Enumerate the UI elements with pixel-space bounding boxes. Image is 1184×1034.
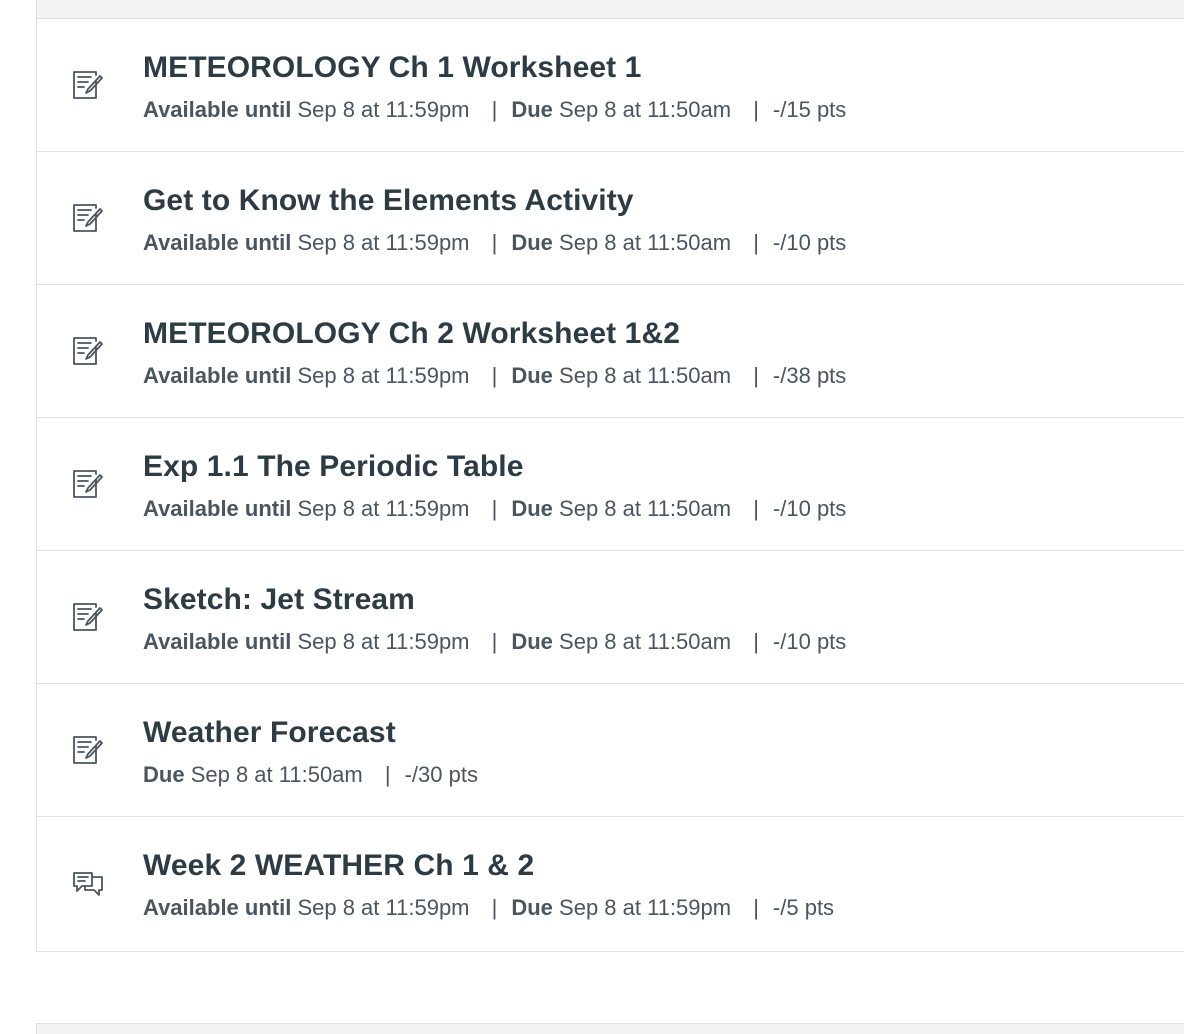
available-date: Sep 8 at 11:59pm <box>297 97 470 122</box>
separator: | <box>491 895 498 920</box>
item-meta: Available until Sep 8 at 11:59pm | Due Se… <box>143 97 846 123</box>
item-title-link[interactable]: Sketch: Jet Stream <box>143 583 415 617</box>
assignment-icon <box>71 599 105 633</box>
available-date: Sep 8 at 11:59pm <box>297 496 470 521</box>
points: -/10 pts <box>772 496 847 521</box>
item-title-link[interactable]: Week 2 WEATHER Ch 1 & 2 <box>143 849 534 883</box>
due-date: Sep 8 at 11:50am <box>559 629 732 654</box>
separator: | <box>491 496 498 521</box>
due-date: Sep 8 at 11:50am <box>190 762 363 787</box>
item-meta: Available until Sep 8 at 11:59pm | Due Se… <box>143 230 846 256</box>
points: -/10 pts <box>772 230 847 255</box>
list-item[interactable]: Week 2 WEATHER Ch 1 & 2 Available until … <box>37 817 1184 951</box>
discussion-icon <box>71 865 105 899</box>
list-item[interactable]: Exp 1.1 The Periodic Table Available unt… <box>37 418 1184 551</box>
assignment-icon <box>71 732 105 766</box>
available-label: Available until <box>143 496 292 521</box>
due-date: Sep 8 at 11:50am <box>559 230 732 255</box>
list-item[interactable]: METEOROLOGY Ch 2 Worksheet 1&2 Available… <box>37 285 1184 418</box>
item-meta: Available until Sep 8 at 11:59pm | Due Se… <box>143 629 846 655</box>
available-date: Sep 8 at 11:59pm <box>297 363 470 388</box>
due-label: Due <box>511 629 553 654</box>
separator: | <box>491 363 498 388</box>
item-title-link[interactable]: METEOROLOGY Ch 1 Worksheet 1 <box>143 51 641 85</box>
available-label: Available until <box>143 363 292 388</box>
points: -/5 pts <box>772 895 835 920</box>
separator: | <box>753 97 759 122</box>
available-label: Available until <box>143 230 292 255</box>
separator: | <box>753 629 759 654</box>
due-date: Sep 8 at 11:50am <box>559 363 732 388</box>
due-label: Due <box>511 895 553 920</box>
item-title-link[interactable]: Get to Know the Elements Activity <box>143 184 634 218</box>
available-date: Sep 8 at 11:59pm <box>297 230 470 255</box>
assignment-icon <box>71 200 105 234</box>
due-label: Due <box>143 762 185 787</box>
assignment-icon <box>71 333 105 367</box>
available-date: Sep 8 at 11:59pm <box>297 895 470 920</box>
separator: | <box>491 97 498 122</box>
due-label: Due <box>511 496 553 521</box>
assignment-icon <box>71 67 105 101</box>
assignment-list: METEOROLOGY Ch 1 Worksheet 1 Available u… <box>36 19 1184 952</box>
item-meta: Available until Sep 8 at 11:59pm | Due Se… <box>143 363 846 389</box>
assignment-list-page: METEOROLOGY Ch 1 Worksheet 1 Available u… <box>0 0 1184 1034</box>
separator: | <box>753 363 759 388</box>
list-item[interactable]: Weather Forecast Due Sep 8 at 11:50am | -… <box>37 684 1184 817</box>
separator: | <box>753 496 759 521</box>
previous-module-bottom <box>36 0 1184 19</box>
item-meta: Available until Sep 8 at 11:59pm | Due Se… <box>143 496 846 522</box>
separator: | <box>491 230 498 255</box>
next-module-header <box>36 1023 1184 1034</box>
due-date: Sep 8 at 11:59pm <box>559 895 732 920</box>
due-date: Sep 8 at 11:50am <box>559 496 732 521</box>
available-date: Sep 8 at 11:59pm <box>297 629 470 654</box>
due-label: Due <box>511 97 553 122</box>
item-title-link[interactable]: Exp 1.1 The Periodic Table <box>143 450 524 484</box>
item-title-link[interactable]: METEOROLOGY Ch 2 Worksheet 1&2 <box>143 317 680 351</box>
points: -/30 pts <box>404 762 478 787</box>
separator: | <box>491 629 498 654</box>
list-item[interactable]: METEOROLOGY Ch 1 Worksheet 1 Available u… <box>37 19 1184 152</box>
points: -/15 pts <box>772 97 847 122</box>
points: -/38 pts <box>772 363 847 388</box>
assignment-icon <box>71 466 105 500</box>
item-meta: Available until Sep 8 at 11:59pm | Due Se… <box>143 895 834 921</box>
available-label: Available until <box>143 895 292 920</box>
item-title-link[interactable]: Weather Forecast <box>143 716 396 750</box>
available-label: Available until <box>143 629 292 654</box>
due-label: Due <box>511 363 553 388</box>
due-label: Due <box>511 230 553 255</box>
due-date: Sep 8 at 11:50am <box>559 97 732 122</box>
separator: | <box>753 895 759 920</box>
item-meta: Due Sep 8 at 11:50am | -/30 pts <box>143 762 478 788</box>
separator: | <box>384 762 391 787</box>
points: -/10 pts <box>772 629 847 654</box>
available-label: Available until <box>143 97 292 122</box>
separator: | <box>753 230 759 255</box>
list-item[interactable]: Sketch: Jet Stream Available until Sep 8… <box>37 551 1184 684</box>
list-item[interactable]: Get to Know the Elements Activity Availa… <box>37 152 1184 285</box>
